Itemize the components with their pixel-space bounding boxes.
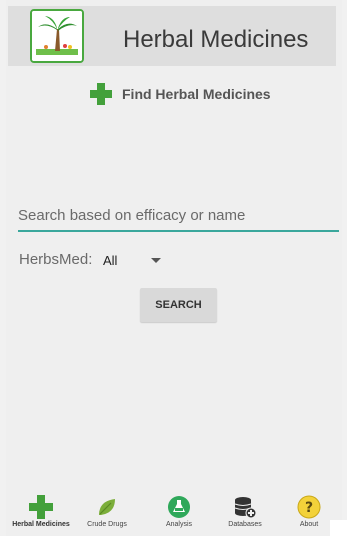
palm-tree-logo-icon — [30, 9, 84, 63]
help-icon: ? — [297, 495, 321, 519]
app-frame — [6, 0, 342, 536]
app-title: Herbal Medicines — [123, 26, 309, 53]
database-add-icon — [234, 497, 257, 519]
svg-text:?: ? — [305, 500, 313, 516]
screen-edge — [330, 520, 347, 536]
dropdown-arrow-icon[interactable] — [151, 258, 161, 263]
find-herbal-medicines-heading: Find Herbal Medicines — [90, 83, 271, 105]
search-input[interactable] — [18, 200, 339, 232]
app-header: Herbal Medicines — [8, 6, 336, 66]
nav-label: Herbal Medicines — [12, 521, 70, 528]
nav-label: Databases — [228, 521, 262, 528]
bottom-navigation: Herbal Medicines Crude Drugs Analysis Da… — [6, 488, 342, 536]
nav-label: Analysis — [165, 521, 193, 528]
nav-label: Crude Drugs — [87, 521, 127, 528]
nav-item-crude-drugs[interactable]: Crude Drugs — [74, 488, 140, 536]
herbsmed-filter-label: HerbsMed: — [19, 251, 93, 268]
nav-item-databases[interactable]: Databases — [212, 488, 278, 536]
green-plus-icon — [90, 83, 112, 105]
nav-item-analysis[interactable]: Analysis — [146, 488, 212, 536]
flask-icon — [168, 496, 190, 518]
herbsmed-filter-select[interactable]: All — [103, 253, 117, 268]
nav-item-herbal-medicines[interactable]: Herbal Medicines — [8, 488, 74, 536]
leaf-icon — [99, 499, 115, 515]
green-plus-icon — [29, 495, 53, 519]
find-herbal-medicines-label: Find Herbal Medicines — [122, 86, 271, 102]
search-button[interactable]: SEARCH — [140, 288, 217, 322]
